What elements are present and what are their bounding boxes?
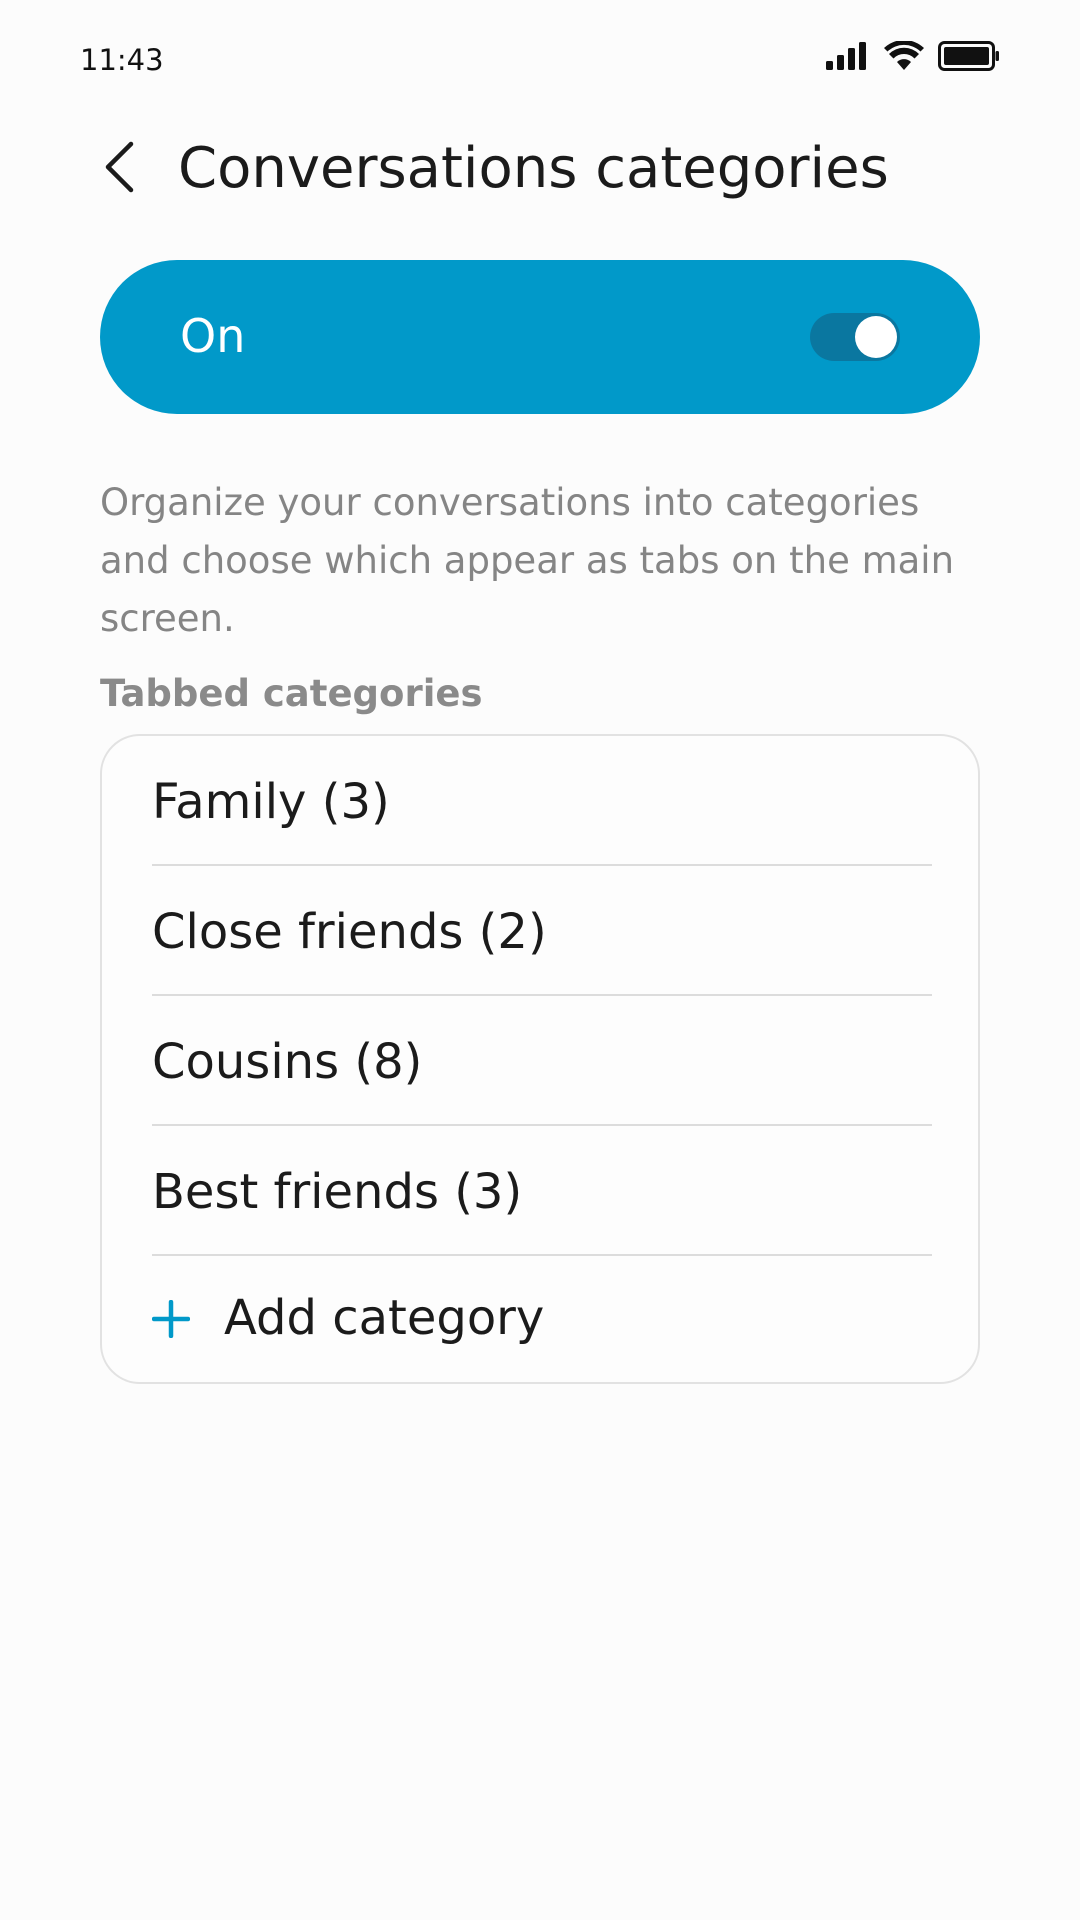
category-item-cousins[interactable]: Cousins (8) xyxy=(152,996,932,1124)
category-label: Close friends (2) xyxy=(152,904,547,960)
category-label: Cousins (8) xyxy=(152,1034,423,1090)
chevron-left-icon xyxy=(102,141,136,197)
toggle-thumb xyxy=(855,316,897,358)
status-time: 11:43 xyxy=(80,43,164,77)
master-switch-label: On xyxy=(180,309,246,363)
section-header: Tabbed categories xyxy=(100,672,483,715)
battery-icon xyxy=(938,41,1000,75)
add-category-label: Add category xyxy=(224,1290,545,1346)
add-category-button[interactable]: Add category xyxy=(151,1256,932,1382)
master-switch[interactable]: On xyxy=(100,260,980,414)
category-item-family[interactable]: Family (3) xyxy=(152,736,932,864)
wifi-icon xyxy=(884,40,924,75)
status-icons xyxy=(826,40,1000,75)
description-text: Organize your conversations into categor… xyxy=(100,481,955,640)
toggle-switch[interactable] xyxy=(810,313,900,361)
screen: 11:43 Conversations categories On Organi… xyxy=(0,0,1080,1920)
category-list: Family (3) Close friends (2) Cousins (8)… xyxy=(100,734,980,1384)
category-item-close-friends[interactable]: Close friends (2) xyxy=(152,866,932,994)
plus-icon xyxy=(151,1299,191,1339)
category-label: Best friends (3) xyxy=(152,1164,523,1220)
page-title: Conversations categories xyxy=(178,136,889,201)
category-item-best-friends[interactable]: Best friends (3) xyxy=(152,1126,932,1254)
category-label: Family (3) xyxy=(152,774,390,830)
signal-icon xyxy=(826,42,870,74)
app-bar: Conversations categories xyxy=(0,118,1080,222)
back-button[interactable] xyxy=(86,136,152,202)
status-bar: 11:43 xyxy=(0,0,1080,116)
